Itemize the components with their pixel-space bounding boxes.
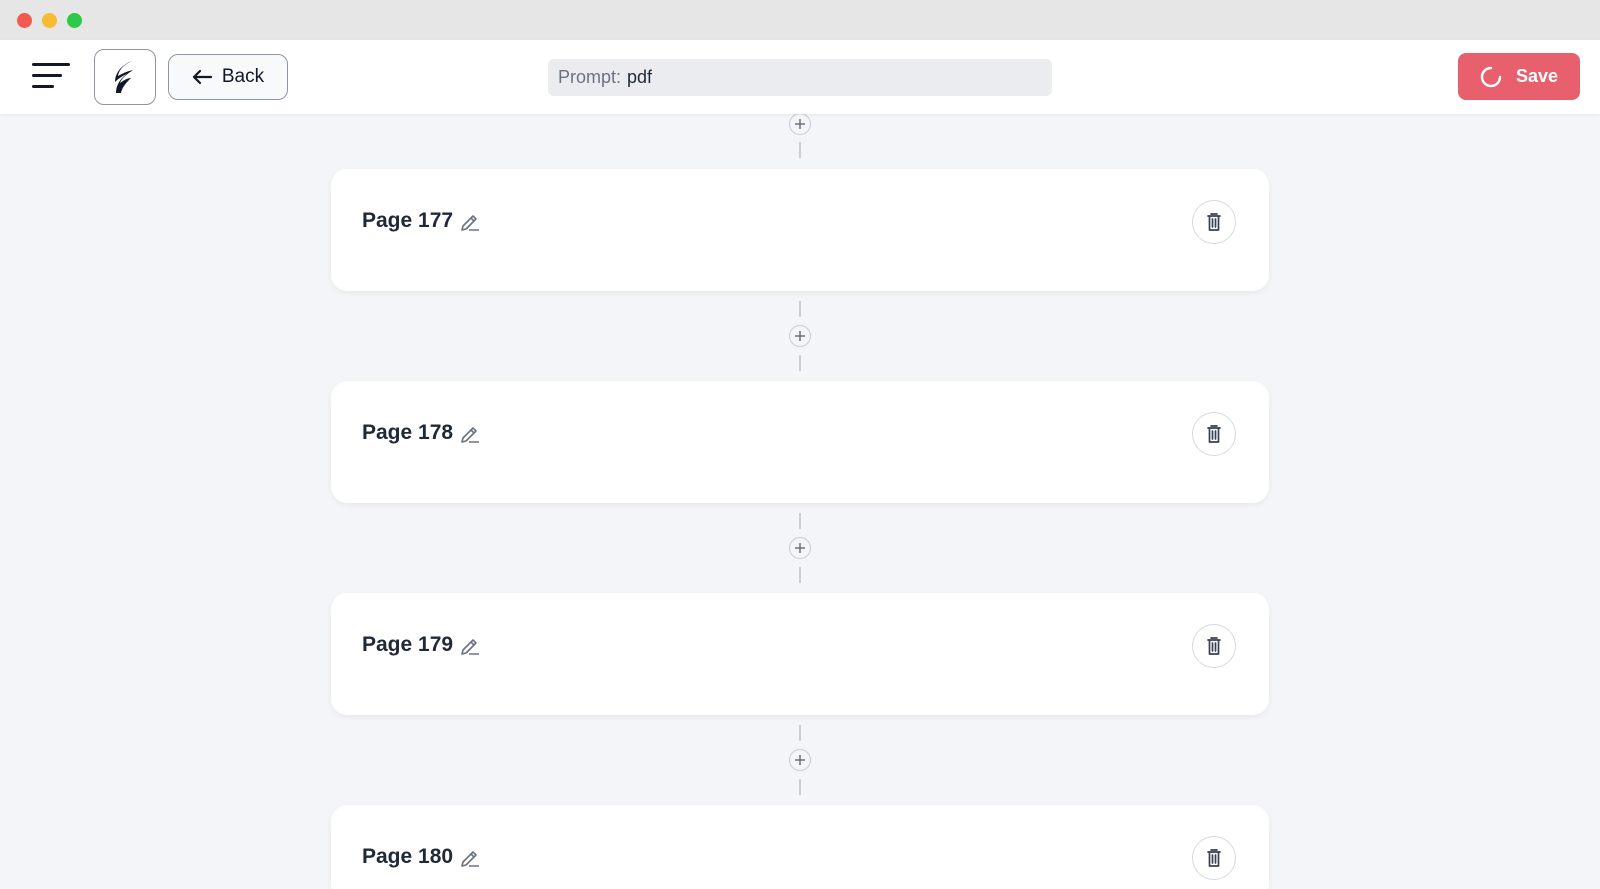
connector-line bbox=[799, 301, 801, 317]
page-card: Page 178 bbox=[331, 381, 1269, 503]
trash-icon bbox=[1207, 425, 1221, 443]
add-page-button[interactable] bbox=[789, 749, 811, 771]
arrow-left-icon bbox=[192, 69, 212, 85]
pencil-icon[interactable] bbox=[459, 634, 481, 656]
add-page-button[interactable] bbox=[789, 113, 811, 135]
connector-line bbox=[799, 142, 801, 158]
trash-icon bbox=[1207, 213, 1221, 231]
prompt-value: pdf bbox=[627, 67, 653, 87]
page-title: Page 178 bbox=[362, 421, 481, 445]
page-title-text: Page 179 bbox=[362, 633, 454, 656]
connector-line bbox=[799, 725, 801, 741]
home-logo-button[interactable] bbox=[94, 49, 156, 105]
add-page-button[interactable] bbox=[789, 537, 811, 559]
page-card: Page 179 bbox=[331, 593, 1269, 715]
page-card: Page 177 bbox=[331, 169, 1269, 291]
page-title-text: Page 180 bbox=[362, 845, 454, 868]
page-title-text: Page 177 bbox=[362, 209, 454, 232]
prompt-field[interactable]: Prompt: pdf bbox=[548, 59, 1052, 96]
page-title: Page 179 bbox=[362, 633, 481, 657]
minimize-window-button[interactable] bbox=[42, 13, 57, 28]
connector-line bbox=[799, 355, 801, 371]
trash-icon bbox=[1207, 849, 1221, 867]
delete-page-button[interactable] bbox=[1192, 836, 1236, 880]
delete-page-button[interactable] bbox=[1192, 200, 1236, 244]
add-page-button[interactable] bbox=[789, 325, 811, 347]
page-title-text: Page 178 bbox=[362, 421, 454, 444]
page-title: Page 177 bbox=[362, 209, 481, 233]
trash-icon bbox=[1207, 637, 1221, 655]
back-button-label: Back bbox=[221, 66, 265, 87]
pencil-icon[interactable] bbox=[459, 846, 481, 868]
delete-page-button[interactable] bbox=[1192, 412, 1236, 456]
page-card: Page 180 bbox=[331, 805, 1269, 889]
back-button[interactable]: Back bbox=[168, 54, 288, 100]
prompt-label: Prompt: bbox=[558, 67, 622, 87]
window-titlebar bbox=[0, 0, 1600, 40]
top-toolbar: Back Prompt: pdf Save bbox=[0, 40, 1600, 114]
save-button-label: Save bbox=[1515, 66, 1559, 86]
page-title: Page 180 bbox=[362, 845, 481, 869]
plus-icon bbox=[795, 331, 805, 341]
spinner-icon bbox=[1480, 66, 1502, 87]
plus-icon bbox=[795, 119, 805, 129]
connector-line bbox=[799, 513, 801, 529]
save-button[interactable]: Save bbox=[1458, 53, 1580, 100]
maximize-window-button[interactable] bbox=[67, 13, 82, 28]
plus-icon bbox=[795, 543, 805, 553]
connector-line bbox=[799, 779, 801, 795]
close-window-button[interactable] bbox=[17, 13, 32, 28]
pencil-icon[interactable] bbox=[459, 422, 481, 444]
delete-page-button[interactable] bbox=[1192, 624, 1236, 668]
app-logo-icon bbox=[115, 61, 133, 93]
pencil-icon[interactable] bbox=[459, 210, 481, 232]
hamburger-icon[interactable] bbox=[32, 63, 72, 93]
connector-line bbox=[799, 567, 801, 583]
plus-icon bbox=[795, 755, 805, 765]
